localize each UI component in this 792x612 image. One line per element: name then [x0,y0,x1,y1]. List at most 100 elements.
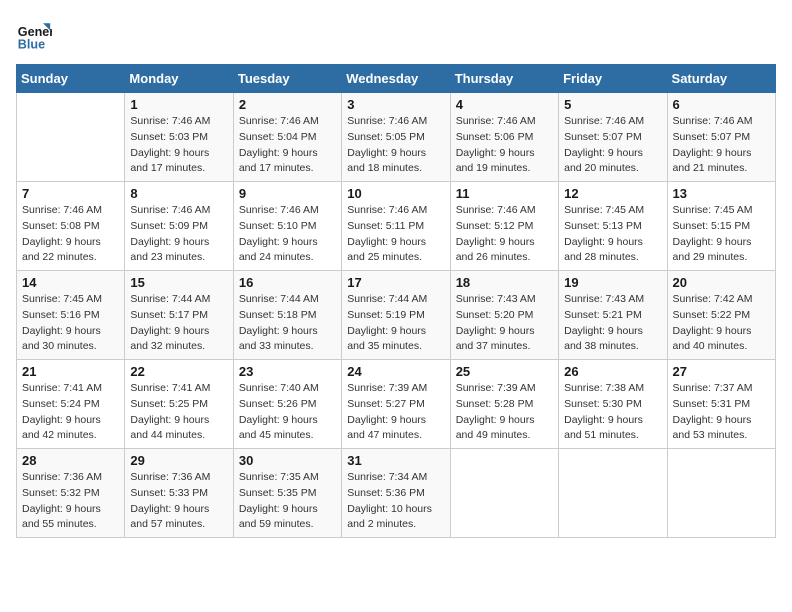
calendar-cell: 12 Sunrise: 7:45 AMSunset: 5:13 PMDayligh… [559,182,667,271]
day-info: Sunrise: 7:44 AMSunset: 5:17 PMDaylight:… [130,292,227,355]
day-number: 30 [239,453,336,468]
calendar-cell: 25 Sunrise: 7:39 AMSunset: 5:28 PMDayligh… [450,360,558,449]
day-info: Sunrise: 7:46 AMSunset: 5:07 PMDaylight:… [673,114,770,177]
day-info: Sunrise: 7:44 AMSunset: 5:19 PMDaylight:… [347,292,444,355]
day-info: Sunrise: 7:46 AMSunset: 5:03 PMDaylight:… [130,114,227,177]
day-number: 5 [564,97,661,112]
day-number: 15 [130,275,227,290]
day-number: 20 [673,275,770,290]
day-number: 11 [456,186,553,201]
calendar-cell: 20Sunrise: 7:42 AMSunset: 5:22 PMDayligh… [667,271,775,360]
weekday-header-tuesday: Tuesday [233,65,341,93]
day-info: Sunrise: 7:36 AMSunset: 5:32 PMDaylight:… [22,470,119,533]
calendar-cell [450,449,558,538]
weekday-header-monday: Monday [125,65,233,93]
day-number: 31 [347,453,444,468]
calendar-cell [667,449,775,538]
calendar-cell: 1Sunrise: 7:46 AMSunset: 5:03 PMDaylight… [125,93,233,182]
day-number: 4 [456,97,553,112]
calendar-cell: 2 Sunrise: 7:46 AMSunset: 5:04 PMDaylight… [233,93,341,182]
calendar-cell: 9 Sunrise: 7:46 AMSunset: 5:10 PMDaylight… [233,182,341,271]
day-info: Sunrise: 7:46 AMSunset: 5:12 PMDaylight:… [456,203,553,266]
day-info: Sunrise: 7:46 AMSunset: 5:10 PMDaylight:… [239,203,336,266]
day-info: Sunrise: 7:45 AMSunset: 5:13 PMDaylight:… [564,203,661,266]
day-info: Sunrise: 7:46 AMSunset: 5:08 PMDaylight:… [22,203,119,266]
calendar-cell: 3 Sunrise: 7:46 AMSunset: 5:05 PMDaylight… [342,93,450,182]
day-info: Sunrise: 7:39 AMSunset: 5:28 PMDaylight:… [456,381,553,444]
day-number: 12 [564,186,661,201]
day-info: Sunrise: 7:38 AMSunset: 5:30 PMDaylight:… [564,381,661,444]
calendar-cell: 5 Sunrise: 7:46 AMSunset: 5:07 PMDaylight… [559,93,667,182]
weekday-header-saturday: Saturday [667,65,775,93]
day-number: 3 [347,97,444,112]
weekday-header-thursday: Thursday [450,65,558,93]
calendar-cell: 30 Sunrise: 7:35 AMSunset: 5:35 PMDayligh… [233,449,341,538]
day-info: Sunrise: 7:43 AMSunset: 5:21 PMDaylight:… [564,292,661,355]
calendar-cell [17,93,125,182]
day-number: 6 [673,97,770,112]
day-number: 28 [22,453,119,468]
calendar-cell: 18 Sunrise: 7:43 AMSunset: 5:20 PMDayligh… [450,271,558,360]
day-info: Sunrise: 7:45 AMSunset: 5:16 PMDaylight:… [22,292,119,355]
day-number: 17 [347,275,444,290]
calendar-cell: 19Sunrise: 7:43 AMSunset: 5:21 PMDayligh… [559,271,667,360]
day-number: 26 [564,364,661,379]
day-info: Sunrise: 7:35 AMSunset: 5:35 PMDaylight:… [239,470,336,533]
calendar-week-row: 1Sunrise: 7:46 AMSunset: 5:03 PMDaylight… [17,93,776,182]
day-info: Sunrise: 7:43 AMSunset: 5:20 PMDaylight:… [456,292,553,355]
calendar-cell: 4Sunrise: 7:46 AMSunset: 5:06 PMDaylight… [450,93,558,182]
calendar-cell: 8 Sunrise: 7:46 AMSunset: 5:09 PMDaylight… [125,182,233,271]
day-number: 16 [239,275,336,290]
calendar-cell: 15 Sunrise: 7:44 AMSunset: 5:17 PMDayligh… [125,271,233,360]
day-number: 22 [130,364,227,379]
day-number: 14 [22,275,119,290]
calendar-cell: 17 Sunrise: 7:44 AMSunset: 5:19 PMDayligh… [342,271,450,360]
day-info: Sunrise: 7:46 AMSunset: 5:04 PMDaylight:… [239,114,336,177]
day-info: Sunrise: 7:46 AMSunset: 5:11 PMDaylight:… [347,203,444,266]
calendar-cell: 10 Sunrise: 7:46 AMSunset: 5:11 PMDayligh… [342,182,450,271]
day-number: 7 [22,186,119,201]
calendar-cell: 31 Sunrise: 7:34 AMSunset: 5:36 PMDayligh… [342,449,450,538]
calendar-cell: 7 Sunrise: 7:46 AMSunset: 5:08 PMDaylight… [17,182,125,271]
logo: General Blue [16,16,52,52]
svg-text:Blue: Blue [18,37,45,51]
day-number: 2 [239,97,336,112]
logo-icon: General Blue [16,16,52,52]
calendar-cell: 21Sunrise: 7:41 AMSunset: 5:24 PMDayligh… [17,360,125,449]
day-info: Sunrise: 7:41 AMSunset: 5:25 PMDaylight:… [130,381,227,444]
day-number: 25 [456,364,553,379]
day-number: 29 [130,453,227,468]
calendar-cell: 11 Sunrise: 7:46 AMSunset: 5:12 PMDayligh… [450,182,558,271]
day-info: Sunrise: 7:34 AMSunset: 5:36 PMDaylight:… [347,470,444,533]
day-info: Sunrise: 7:46 AMSunset: 5:07 PMDaylight:… [564,114,661,177]
calendar-cell: 24 Sunrise: 7:39 AMSunset: 5:27 PMDayligh… [342,360,450,449]
calendar-cell: 14 Sunrise: 7:45 AMSunset: 5:16 PMDayligh… [17,271,125,360]
day-info: Sunrise: 7:39 AMSunset: 5:27 PMDaylight:… [347,381,444,444]
calendar-week-row: 28 Sunrise: 7:36 AMSunset: 5:32 PMDayligh… [17,449,776,538]
calendar-cell: 23Sunrise: 7:40 AMSunset: 5:26 PMDayligh… [233,360,341,449]
day-number: 24 [347,364,444,379]
day-info: Sunrise: 7:37 AMSunset: 5:31 PMDaylight:… [673,381,770,444]
calendar-cell: 26 Sunrise: 7:38 AMSunset: 5:30 PMDayligh… [559,360,667,449]
weekday-header-sunday: Sunday [17,65,125,93]
day-number: 27 [673,364,770,379]
calendar-week-row: 7 Sunrise: 7:46 AMSunset: 5:08 PMDaylight… [17,182,776,271]
day-info: Sunrise: 7:41 AMSunset: 5:24 PMDaylight:… [22,381,119,444]
day-number: 23 [239,364,336,379]
calendar-cell: 13Sunrise: 7:45 AMSunset: 5:15 PMDayligh… [667,182,775,271]
calendar-week-row: 14 Sunrise: 7:45 AMSunset: 5:16 PMDayligh… [17,271,776,360]
day-number: 8 [130,186,227,201]
calendar-cell: 27 Sunrise: 7:37 AMSunset: 5:31 PMDayligh… [667,360,775,449]
calendar-cell: 6 Sunrise: 7:46 AMSunset: 5:07 PMDaylight… [667,93,775,182]
calendar-cell: 16Sunrise: 7:44 AMSunset: 5:18 PMDayligh… [233,271,341,360]
day-number: 18 [456,275,553,290]
page-header: General Blue [16,16,776,52]
day-number: 10 [347,186,444,201]
day-info: Sunrise: 7:46 AMSunset: 5:09 PMDaylight:… [130,203,227,266]
day-info: Sunrise: 7:45 AMSunset: 5:15 PMDaylight:… [673,203,770,266]
day-info: Sunrise: 7:46 AMSunset: 5:05 PMDaylight:… [347,114,444,177]
calendar-table: SundayMondayTuesdayWednesdayThursdayFrid… [16,64,776,538]
calendar-cell: 28 Sunrise: 7:36 AMSunset: 5:32 PMDayligh… [17,449,125,538]
weekday-header-friday: Friday [559,65,667,93]
day-number: 9 [239,186,336,201]
